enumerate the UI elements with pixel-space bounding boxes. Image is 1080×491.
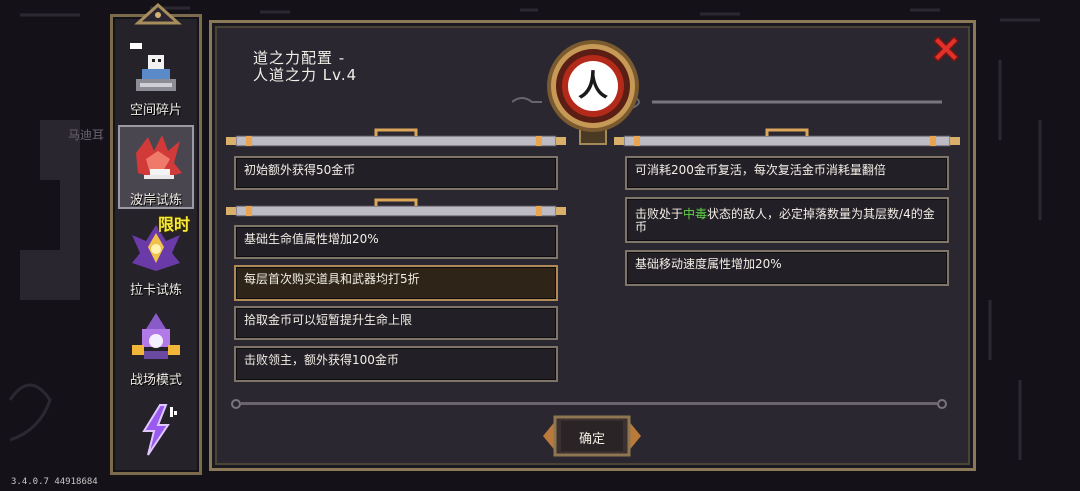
sidebar-crown-ornament <box>134 3 182 25</box>
effect-text: 初始额外获得50金币 <box>244 163 356 177</box>
panel-title: 道之力配置 - 人道之力 Lv.4 <box>253 49 358 84</box>
confirm-label: 确定 <box>578 432 605 447</box>
sidebar-item-label: 战场模式 <box>129 373 182 388</box>
lightning-icon <box>142 404 177 456</box>
sidebar-item-battlefield[interactable]: 战场模式 <box>118 307 194 391</box>
sidebar-item-wave-trial[interactable]: 波岸试炼 <box>118 125 194 209</box>
effect-text-before: 击败处于 <box>635 207 684 221</box>
scroll-header-right <box>614 128 960 147</box>
sidebar-item-laka-trial[interactable]: 限时 拉卡试炼 <box>118 215 194 301</box>
effect-item: 击败领主，额外获得100金币 <box>234 346 558 382</box>
scroll-header-left-top <box>226 128 566 147</box>
confirm-button[interactable]: 确定 <box>541 415 643 457</box>
emblem-character: 人 <box>578 69 608 104</box>
effect-item: 初始额外获得50金币 <box>234 156 558 190</box>
version-label: 3.4.0.7 44918684 <box>11 477 98 487</box>
effect-text: 拾取金币可以短暂提升生命上限 <box>244 313 413 327</box>
effect-text: 击败领主，额外获得100金币 <box>244 353 399 367</box>
sidebar-item-label: 拉卡试炼 <box>129 283 182 298</box>
effect-text: 每层首次购买道具和武器均打5折 <box>244 272 420 286</box>
space-fragment-icon <box>130 43 176 91</box>
effect-item: 基础移动速度属性增加20% <box>625 250 949 286</box>
npc-name-label: 马迪耳 <box>68 128 105 142</box>
effect-text: 基础移动速度属性增加20% <box>635 257 782 271</box>
sidebar-item-space-fragment[interactable]: 空间碎片 <box>118 37 194 121</box>
sidebar-item-label: 空间碎片 <box>129 103 182 118</box>
effect-item-highlighted: 每层首次购买道具和武器均打5折 <box>234 265 558 301</box>
effect-item: 击败处于中毒状态的敌人，必定掉落数量为其层数/4的金币 <box>625 197 949 243</box>
limited-time-badge: 限时 <box>158 215 191 234</box>
effect-text: 可消耗200金币复活，每次复活金币消耗量翻倍 <box>635 163 886 177</box>
close-x-icon[interactable] <box>930 33 962 65</box>
poison-status-text: 中毒 <box>683 207 708 221</box>
effect-text: 基础生命值属性增加20% <box>244 232 379 246</box>
bottom-divider <box>231 399 947 409</box>
mode-sidebar: 空间碎片 波岸试炼 限时 拉卡试炼 战场模式 <box>110 3 202 475</box>
wave-trial-icon <box>136 135 182 179</box>
sidebar-item-label: 波岸试炼 <box>129 193 182 208</box>
battlefield-icon <box>132 313 180 359</box>
scroll-header-left-bottom <box>226 198 566 217</box>
sidebar-item-lightning[interactable] <box>118 399 194 483</box>
effect-item: 拾取金币可以短暂提升生命上限 <box>234 306 558 340</box>
effect-item: 可消耗200金币复活，每次复活金币消耗量翻倍 <box>625 156 949 190</box>
effect-item: 基础生命值属性增加20% <box>234 225 558 259</box>
